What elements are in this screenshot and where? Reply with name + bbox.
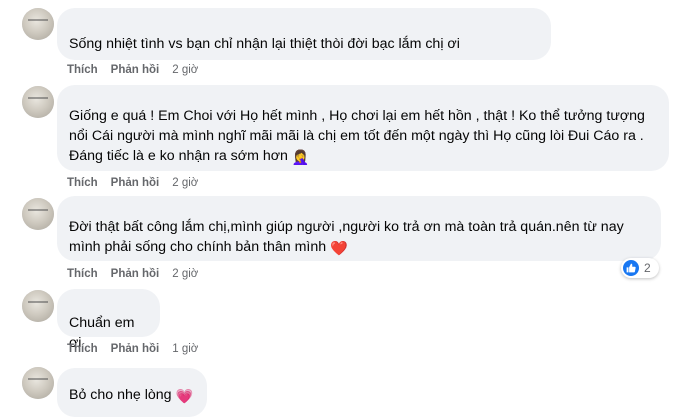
reaction-count: 2: [644, 261, 651, 275]
red-heart-emoji-icon: ❤️: [330, 241, 348, 257]
like-icon: [623, 260, 639, 276]
like-link[interactable]: Thích: [67, 268, 98, 280]
reply-link[interactable]: Phản hồi: [111, 343, 160, 355]
reply-link[interactable]: Phản hồi: [111, 268, 160, 280]
comment-text: Giống e quá ! Em Choi với Họ hết mình , …: [69, 85, 654, 168]
like-link[interactable]: Thích: [67, 64, 98, 76]
avatar[interactable]: [22, 198, 54, 230]
comment-bubble: Đời thật bất công lắm chị,mình giúp ngườ…: [57, 196, 661, 261]
comment-bubble: Giống e quá ! Em Choi với Họ hết mình , …: [57, 85, 669, 171]
comment-bubble: Chuẩn em ơi: [57, 289, 160, 351]
comment-text-body: Giống e quá ! Em Choi với Họ hết mình , …: [69, 108, 649, 164]
comment-text-body: Đời thật bất công lắm chị,mình giúp ngườ…: [69, 219, 628, 255]
reaction-summary[interactable]: 2: [621, 258, 659, 278]
comment-actions: Thích Phản hồi 2 giờ: [67, 177, 198, 189]
reply-link[interactable]: Phản hồi: [111, 64, 160, 76]
timestamp[interactable]: 2 giờ: [172, 64, 198, 76]
timestamp[interactable]: 2 giờ: [172, 177, 198, 189]
comment-actions: Thích Phản hồi 1 giờ: [67, 343, 198, 355]
like-link[interactable]: Thích: [67, 343, 98, 355]
comment-text-body: Bỏ cho nhẹ lòng: [69, 387, 172, 403]
comment-bubble: Bỏ cho nhẹ lòng 💗: [57, 368, 207, 417]
avatar[interactable]: [22, 86, 54, 118]
comment-text: Đời thật bất công lắm chị,mình giúp ngườ…: [69, 196, 649, 259]
comment-text: Sống nhiệt tình vs bạn chỉ nhận lại thiệ…: [69, 36, 460, 52]
comment-actions: Thích Phản hồi 2 giờ: [67, 64, 198, 76]
comment-bubble: Sống nhiệt tình vs bạn chỉ nhận lại thiệ…: [57, 8, 551, 60]
avatar[interactable]: [22, 290, 54, 322]
pink-heart-emoji-icon: 💗: [175, 389, 194, 405]
comment-text: Bỏ cho nhẹ lòng 💗: [69, 368, 195, 407]
avatar[interactable]: [22, 367, 54, 399]
comment-actions: Thích Phản hồi 2 giờ: [67, 268, 198, 280]
facepalm-emoji-icon: 🤦‍♀️: [291, 150, 310, 166]
timestamp[interactable]: 2 giờ: [172, 268, 198, 280]
like-link[interactable]: Thích: [67, 177, 98, 189]
avatar[interactable]: [22, 8, 54, 40]
timestamp[interactable]: 1 giờ: [172, 343, 198, 355]
reply-link[interactable]: Phản hồi: [111, 177, 160, 189]
